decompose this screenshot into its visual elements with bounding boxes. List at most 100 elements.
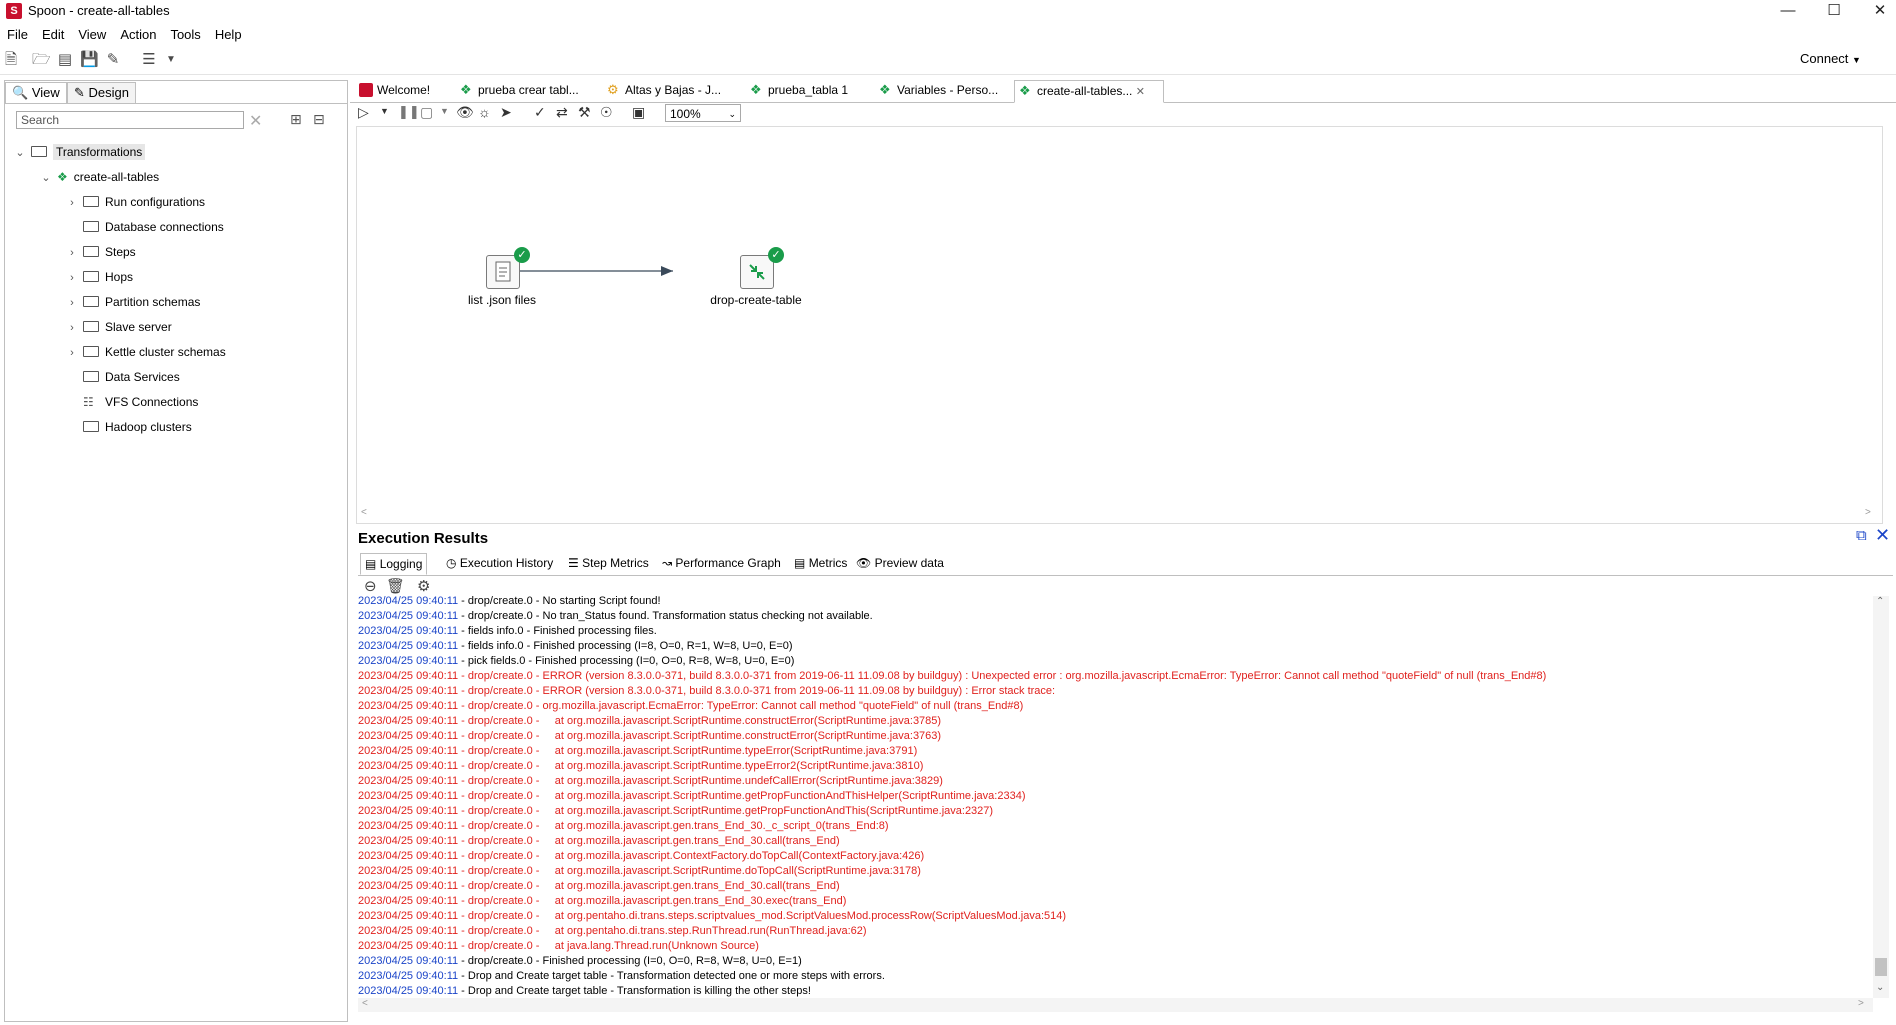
scroll-right-icon[interactable]: > [1858, 998, 1864, 1009]
tab-design[interactable]: ✎ Design [67, 82, 136, 103]
chevron-right-icon[interactable]: › [65, 241, 79, 266]
perspective-layers-icon[interactable]: ☰ [140, 51, 158, 69]
close-tab-icon[interactable]: ✕ [1136, 86, 1145, 98]
tab-execution-history[interactable]: ◷ Execution History [442, 553, 557, 573]
log-message: - Drop and Create target table - Transfo… [458, 985, 811, 997]
new-file-icon[interactable]: 🗎 [2, 51, 20, 69]
tree-item-run-configurations[interactable]: › Run configurations [13, 190, 343, 215]
show-results-icon[interactable]: ▣ [632, 104, 645, 121]
tree-item-transformations[interactable]: ⌄ Transformations [13, 140, 343, 165]
tree-item-steps[interactable]: › Steps [13, 240, 343, 265]
log-message: - drop/create.0 - at org.mozilla.javascr… [458, 805, 994, 817]
chevron-down-icon[interactable]: ▼ [380, 106, 389, 116]
preview-icon[interactable]: 👁 [456, 104, 474, 121]
tree-item-kettle-cluster-schemas[interactable]: › Kettle cluster schemas [13, 340, 343, 365]
log-scrollbar[interactable]: ⌃ ⌄ [1873, 596, 1889, 998]
connect-button[interactable]: Connect ▼ [1800, 51, 1861, 66]
debug-icon[interactable]: ☼ [478, 104, 491, 120]
chevron-right-icon[interactable]: › [65, 266, 79, 291]
tree-item-hadoop-clusters[interactable]: Hadoop clusters [13, 415, 343, 440]
maximize-panel-icon[interactable]: ⧉ [1856, 527, 1867, 544]
menu-file[interactable]: File [0, 25, 35, 44]
log-line: 2023/04/25 09:40:11 - drop/create.0 - at… [358, 744, 1873, 759]
scroll-left-icon[interactable]: < [361, 507, 367, 518]
tab-label: prueba crear tabl... [478, 83, 579, 97]
open-file-icon[interactable]: 🗁 [32, 51, 51, 69]
log-message: - drop/create.0 - at org.mozilla.javascr… [458, 760, 924, 772]
menu-tools[interactable]: Tools [163, 25, 207, 44]
log-hscrollbar[interactable]: < > [358, 998, 1873, 1012]
transformation-canvas[interactable]: ✓ list .json files ✓ drop-create-table <… [356, 126, 1883, 524]
tab-welcome[interactable]: Welcome! [355, 80, 453, 101]
tab-view[interactable]: 🔍 View [5, 82, 67, 103]
log-output[interactable]: 2023/04/25 09:40:11 - drop/create.0 - No… [358, 594, 1873, 998]
log-message: - drop/create.0 - org.mozilla.javascript… [458, 700, 1024, 712]
scroll-left-icon[interactable]: < [362, 998, 368, 1009]
tab-metrics[interactable]: ▤ Metrics [790, 553, 851, 573]
save-as-icon[interactable]: ✎ [104, 51, 122, 69]
chevron-right-icon[interactable]: › [65, 191, 79, 216]
tab-prueba-tabla-1[interactable]: ❖ prueba_tabla 1 [746, 80, 872, 101]
search-input[interactable]: Search [16, 111, 244, 129]
chevron-down-icon[interactable]: ▼ [440, 106, 449, 116]
scroll-down-icon[interactable]: ⌄ [1876, 982, 1884, 993]
chevron-right-icon[interactable]: › [65, 291, 79, 316]
sql-icon[interactable]: ⚒ [578, 104, 591, 121]
stop-icon[interactable]: ▢ [420, 104, 433, 121]
pause-icon[interactable]: ❚❚ [398, 104, 420, 120]
chevron-right-icon[interactable]: › [65, 316, 79, 341]
scroll-thumb[interactable] [1875, 958, 1887, 976]
tree-item-vfs-connections[interactable]: ☷ VFS Connections [13, 390, 343, 415]
verify-icon[interactable]: ✓ [534, 104, 546, 121]
tab-variables-perso[interactable]: ❖ Variables - Perso... [875, 80, 1020, 101]
tree-item-database-connections[interactable]: Database connections [13, 215, 343, 240]
chevron-right-icon[interactable]: › [65, 341, 79, 366]
maximize-icon[interactable]: ☐ [1811, 0, 1857, 24]
impact-icon[interactable]: ⇄ [556, 104, 568, 121]
menu-view[interactable]: View [71, 25, 113, 44]
tab-prueba-crear-tabl[interactable]: ❖ prueba crear tabl... [456, 80, 600, 101]
stop-log-icon[interactable]: ⊖ [364, 577, 377, 595]
zoom-select[interactable]: 100% ⌄ [665, 104, 741, 122]
tree-item-label: Kettle cluster schemas [105, 345, 226, 359]
tree-item-slave-server[interactable]: › Slave server [13, 315, 343, 340]
minimize-icon[interactable]: — [1765, 0, 1811, 24]
tab-altas-y-bajas[interactable]: ⚙ Altas y Bajas - J... [603, 80, 743, 101]
close-window-icon[interactable]: ✕ [1857, 0, 1896, 24]
tree-item-label: VFS Connections [105, 395, 199, 409]
menu-help[interactable]: Help [208, 25, 249, 44]
transformation-icon: ❖ [460, 81, 472, 97]
folder-icon [83, 196, 99, 208]
log-timestamp: 2023/04/25 09:40:11 [358, 850, 459, 862]
tree-item-data-services[interactable]: Data Services [13, 365, 343, 390]
settings-icon[interactable]: ⚙ [417, 577, 430, 595]
scroll-up-icon[interactable]: ⌃ [1876, 596, 1884, 607]
collapse-all-icon[interactable]: ⊟ [313, 111, 325, 128]
save-icon[interactable]: 💾 [80, 51, 99, 69]
tree-item-hops[interactable]: › Hops [13, 265, 343, 290]
replay-icon[interactable]: ➤ [500, 104, 512, 121]
tab-step-metrics[interactable]: ☰ Step Metrics [564, 553, 653, 573]
log-message: - pick fields.0 - Finished processing (I… [458, 655, 795, 667]
clear-search-icon[interactable]: ✕ [249, 111, 262, 131]
expand-all-icon[interactable]: ⊞ [290, 111, 302, 128]
run-icon[interactable]: ▷ [358, 104, 369, 121]
tab-logging[interactable]: ▤ Logging [360, 553, 428, 575]
menu-action[interactable]: Action [113, 25, 163, 44]
tab-preview-data[interactable]: 👁 Preview data [852, 553, 948, 573]
log-line: 2023/04/25 09:40:11 - Drop and Create ta… [358, 984, 1873, 998]
explore-repository-icon[interactable]: ▤ [56, 51, 74, 69]
tree-item-partition-schemas[interactable]: › Partition schemas [13, 290, 343, 315]
tree-item-label: Run configurations [105, 195, 206, 209]
tree-item-create-all-tables[interactable]: ⌄ ❖ create-all-tables [13, 165, 343, 190]
tab-create-all-tables[interactable]: ❖ create-all-tables... ✕ [1014, 80, 1164, 103]
chevron-down-icon[interactable]: ▼ [162, 51, 180, 69]
trash-icon[interactable]: 🗑 [386, 577, 405, 595]
chevron-down-icon[interactable]: ⌄ [39, 166, 53, 191]
explore-db-icon[interactable]: ☉ [600, 104, 613, 121]
scroll-right-icon[interactable]: > [1865, 507, 1871, 518]
close-panel-icon[interactable]: ✕ [1875, 525, 1890, 546]
tab-performance-graph[interactable]: ↝ Performance Graph [658, 553, 785, 573]
menu-edit[interactable]: Edit [35, 25, 71, 44]
chevron-down-icon[interactable]: ⌄ [13, 141, 27, 166]
